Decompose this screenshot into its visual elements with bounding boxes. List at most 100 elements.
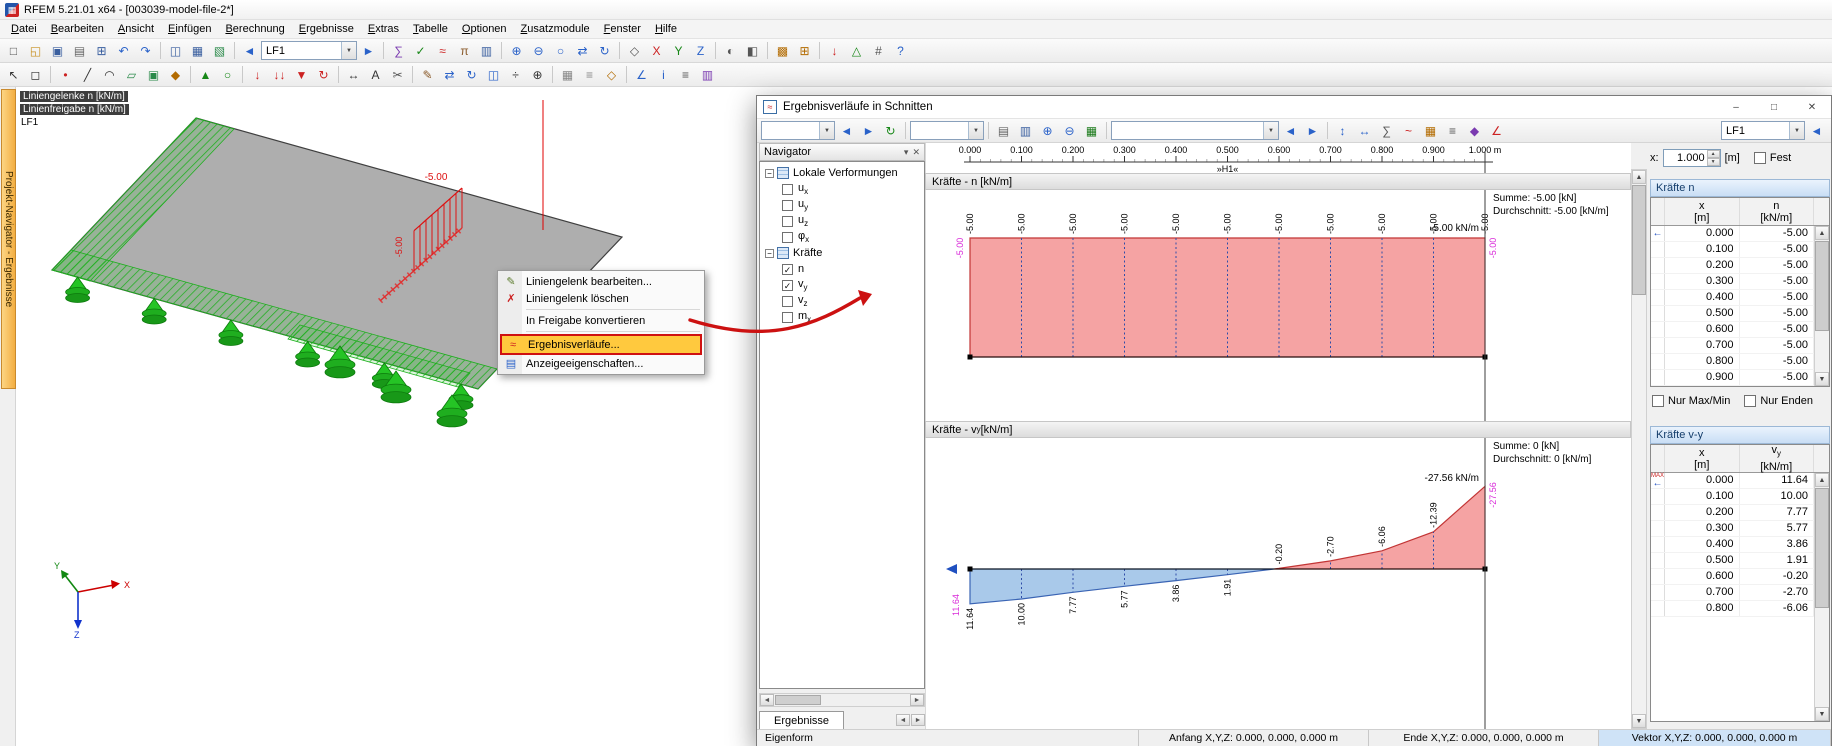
new-file-icon[interactable]: □	[3, 41, 24, 61]
calculation-icon[interactable]: ∑	[388, 41, 409, 61]
loadcase-prev-icon[interactable]: ◄	[1806, 121, 1827, 141]
close-button[interactable]: ✕	[1793, 96, 1831, 118]
table-row[interactable]: MAX←0.00011.64	[1651, 473, 1814, 489]
move-copy-icon[interactable]: ⇄	[439, 65, 460, 85]
table-row[interactable]: 0.600-5.00	[1651, 322, 1814, 338]
support-symbol[interactable]	[66, 277, 90, 303]
print-icon[interactable]: ▤	[993, 121, 1014, 141]
section-cut-icon[interactable]: ✂	[387, 65, 408, 85]
support-symbol[interactable]	[142, 299, 166, 325]
isometric-view-icon[interactable]: ◇	[624, 41, 645, 61]
refresh-icon[interactable]: ↻	[880, 121, 901, 141]
display-loads-icon[interactable]: ↓	[824, 41, 845, 61]
result-prev-icon[interactable]: ◄	[1280, 121, 1301, 141]
fest-checkbox[interactable]: Fest	[1754, 152, 1791, 164]
dimension-icon[interactable]: ↔	[343, 65, 364, 85]
coordinate-axes-icon[interactable]: ∠	[1486, 121, 1507, 141]
support-symbol[interactable]	[325, 346, 355, 378]
rendering-icon[interactable]: ▧	[209, 41, 230, 61]
tree-item-n[interactable]: ✓n	[763, 261, 924, 277]
checkbox-box[interactable]	[1754, 152, 1766, 164]
tab-scroll-left-icon[interactable]: ◄	[896, 714, 910, 726]
connect-icon[interactable]: ⊕	[527, 65, 548, 85]
extreme-values-icon[interactable]: ∑	[1376, 121, 1397, 141]
nav-back-icon[interactable]: ◄	[836, 121, 857, 141]
fe-mesh-icon[interactable]: ▩	[772, 41, 793, 61]
menu-ansicht[interactable]: Ansicht	[111, 21, 161, 37]
table-row[interactable]: 0.500-5.00	[1651, 306, 1814, 322]
menu-einfügen[interactable]: Einfügen	[161, 21, 218, 37]
insert-hinge-icon[interactable]: ○	[217, 65, 238, 85]
tree-item-φx[interactable]: φx	[763, 229, 924, 245]
pan-icon[interactable]: ⇄	[572, 41, 593, 61]
loadcase-next-icon[interactable]: ►	[358, 41, 379, 61]
guidelines-icon[interactable]: ≡	[579, 65, 600, 85]
table-row[interactable]: 0.600-0.20	[1651, 569, 1814, 585]
grid-values-icon[interactable]: ▦	[1420, 121, 1441, 141]
open-file-icon[interactable]: ◱	[25, 41, 46, 61]
scroll-up-icon[interactable]: ▲	[1632, 170, 1646, 184]
tree-item-vy[interactable]: ✓vy	[763, 277, 924, 293]
line-load-icon[interactable]: ↓↓	[269, 65, 290, 85]
chevron-down-icon[interactable]: ▼	[1263, 122, 1278, 139]
scroll-up-icon[interactable]: ▲	[1815, 226, 1829, 240]
tree-group-kräfte[interactable]: −Kräfte	[763, 245, 924, 261]
table-row[interactable]: ←0.000-5.00	[1651, 226, 1814, 242]
chart-n-plot[interactable]: -5.00-5.00-5.00-5.00-5.00-5.00-5.00-5.00…	[955, 193, 1609, 360]
support-symbol[interactable]	[449, 384, 473, 410]
context-menu-item[interactable]: ✎Liniengelenk bearbeiten...	[500, 273, 702, 290]
adjust-scale-icon[interactable]: ↔	[1354, 121, 1375, 141]
tree-item-uy[interactable]: uy	[763, 197, 924, 213]
chevron-down-icon[interactable]: ▼	[1789, 122, 1804, 139]
menu-datei[interactable]: Datei	[4, 21, 44, 37]
edit-mode-icon[interactable]: ✎	[417, 65, 438, 85]
close-panel-icon[interactable]: ✕	[912, 147, 920, 158]
save-icon[interactable]: ▣	[47, 41, 68, 61]
checkbox[interactable]	[782, 232, 793, 243]
table-row[interactable]: 0.200-5.00	[1651, 258, 1814, 274]
work-plane-icon[interactable]: ◇	[601, 65, 622, 85]
scroll-right-icon[interactable]: ►	[910, 694, 924, 706]
collapse-icon[interactable]: −	[765, 169, 774, 178]
context-menu-item[interactable]: ≈Ergebnisverläufe...	[500, 334, 702, 355]
scroll-thumb[interactable]	[1815, 488, 1829, 608]
clipping-plane-icon[interactable]: ◧	[742, 41, 763, 61]
panel-icon[interactable]: ▥	[476, 41, 497, 61]
menu-extras[interactable]: Extras	[361, 21, 406, 37]
rotate-view-icon[interactable]: ↻	[594, 41, 615, 61]
spin-up-icon[interactable]: ▲	[1707, 150, 1720, 158]
insert-support-icon[interactable]: ▲	[195, 65, 216, 85]
navigator-hscrollbar[interactable]: ◄ ►	[759, 693, 925, 707]
info-icon[interactable]: i	[653, 65, 674, 85]
help-icon[interactable]: ?	[890, 41, 911, 61]
tab-scroll-right-icon[interactable]: ►	[911, 714, 925, 726]
select-icon[interactable]: ↖	[3, 65, 24, 85]
support-symbol[interactable]	[296, 342, 320, 368]
spin-down-icon[interactable]: ▼	[1707, 158, 1720, 166]
mirror-icon[interactable]: ◫	[483, 65, 504, 85]
collapse-icon[interactable]: −	[765, 249, 774, 258]
section-combo[interactable]: ▼	[761, 121, 835, 140]
scroll-thumb[interactable]	[1632, 185, 1646, 295]
loadcase-prev-icon[interactable]: ◄	[239, 41, 260, 61]
diagram-colors-icon[interactable]: ◆	[1464, 121, 1485, 141]
undo-icon[interactable]: ↶	[113, 41, 134, 61]
checkbox[interactable]: ✓	[782, 280, 793, 291]
zoom-out-icon[interactable]: ⊖	[528, 41, 549, 61]
chart-vy-plot[interactable]: 11.6410.007.775.773.861.91-0.20-2.70-6.0…	[951, 441, 1592, 630]
tree-item-vz[interactable]: vz	[763, 293, 924, 309]
insert-opening-icon[interactable]: ▣	[143, 65, 164, 85]
table-row[interactable]: 0.10010.00	[1651, 489, 1814, 505]
nav-forward-icon[interactable]: ►	[858, 121, 879, 141]
zoom-in-icon[interactable]: ⊕	[506, 41, 527, 61]
checkbox-box[interactable]	[1744, 395, 1756, 407]
check-icon[interactable]: ✓	[410, 41, 431, 61]
tree-item-ux[interactable]: ux	[763, 181, 924, 197]
tree-group-lokale-verformungen[interactable]: −Lokale Verformungen	[763, 165, 924, 181]
table-row[interactable]: 0.2007.77	[1651, 505, 1814, 521]
minimize-button[interactable]: –	[1717, 96, 1755, 118]
pin-icon[interactable]: ▾	[904, 147, 909, 158]
table-row[interactable]: 0.700-5.00	[1651, 338, 1814, 354]
snap-grid-icon[interactable]: ▦	[557, 65, 578, 85]
chevron-down-icon[interactable]: ▼	[968, 122, 983, 139]
